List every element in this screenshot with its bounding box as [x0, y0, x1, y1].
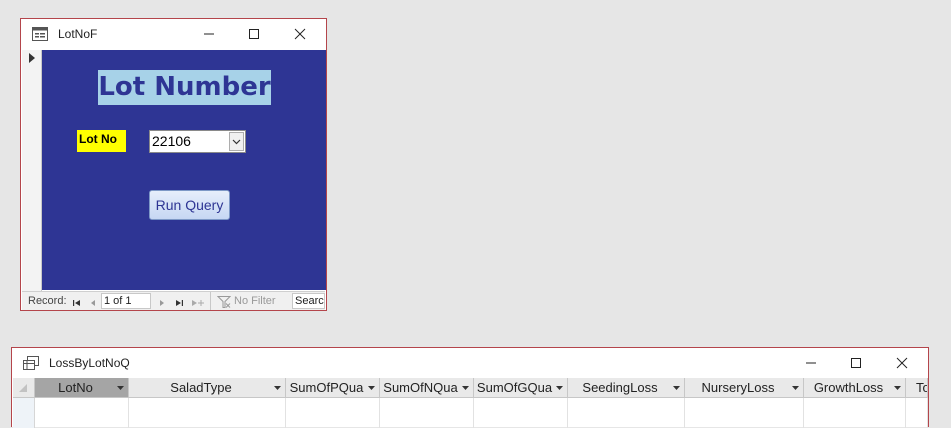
table-cell[interactable]	[906, 398, 928, 428]
form-close-button[interactable]	[290, 24, 310, 44]
corner-triangle-icon	[19, 384, 27, 392]
column-label: SumOfNQua	[383, 380, 458, 395]
form-heading: Lot Number	[98, 70, 271, 105]
column-label: SumOfPQua	[289, 380, 364, 395]
previous-record-icon[interactable]	[88, 295, 98, 311]
lot-no-dropdown-button[interactable]	[229, 132, 244, 151]
column-label: GrowthLoss	[813, 380, 884, 395]
datasheet-grid: LotNo SaladType SumOfPQua SumOfNQua SumO…	[13, 378, 928, 428]
first-record-icon[interactable]	[72, 295, 82, 311]
close-icon	[896, 357, 908, 369]
grid-minimize-button[interactable]	[801, 353, 821, 373]
select-all-corner[interactable]	[13, 378, 35, 398]
column-dropdown-icon[interactable]	[117, 386, 124, 390]
column-dropdown-icon[interactable]	[792, 386, 799, 390]
column-label: SaladType	[170, 380, 232, 395]
table-row[interactable]	[13, 398, 928, 428]
lot-no-value[interactable]: 22106	[152, 133, 191, 149]
table-cell[interactable]	[129, 398, 286, 428]
table-cell[interactable]	[380, 398, 474, 428]
table-cell[interactable]	[286, 398, 380, 428]
grid-close-button[interactable]	[892, 353, 912, 373]
column-dropdown-icon[interactable]	[368, 386, 375, 390]
form-maximize-button[interactable]	[244, 24, 264, 44]
run-query-button[interactable]: Run Query	[149, 190, 230, 220]
lot-no-label: Lot No	[77, 130, 126, 152]
current-record-arrow-icon	[29, 53, 35, 63]
new-record-icon[interactable]	[190, 295, 206, 311]
record-label: Record:	[28, 295, 67, 307]
column-header-seedingloss[interactable]: SeedingLoss	[568, 378, 685, 398]
column-dropdown-icon[interactable]	[274, 386, 281, 390]
column-dropdown-icon[interactable]	[673, 386, 680, 390]
record-selector[interactable]	[22, 50, 42, 291]
search-input[interactable]: Search	[292, 293, 325, 309]
record-navigation-bar: Record: 1 of 1 No Filter Search	[22, 291, 325, 310]
last-record-icon[interactable]	[174, 295, 184, 311]
minimize-icon	[806, 362, 816, 364]
grid-titlebar[interactable]: LossByLotNoQ	[12, 348, 928, 378]
column-label: To	[916, 380, 927, 395]
table-cell[interactable]	[685, 398, 804, 428]
column-label: NurseryLoss	[701, 380, 775, 395]
grid-title-text: LossByLotNoQ	[49, 356, 130, 370]
lotnof-form-window: LotNoF Lot Number Lot No 22106 Run Query…	[20, 18, 327, 311]
maximize-icon	[851, 358, 861, 368]
table-cell[interactable]	[804, 398, 906, 428]
column-dropdown-icon[interactable]	[556, 386, 563, 390]
filter-funnel-icon[interactable]	[217, 294, 231, 310]
column-header-sumofpqua[interactable]: SumOfPQua	[286, 378, 380, 398]
column-label: SumOfGQua	[476, 380, 553, 395]
column-label: LotNo	[58, 380, 93, 395]
form-window-icon	[32, 27, 48, 41]
row-selector[interactable]	[13, 398, 35, 428]
record-position-box[interactable]: 1 of 1	[101, 293, 151, 309]
lossbylotnoq-window: LossByLotNoQ LotNo SaladType SumOfPQua S…	[11, 347, 929, 428]
column-header-nurseryloss[interactable]: NurseryLoss	[685, 378, 804, 398]
column-dropdown-icon[interactable]	[894, 386, 901, 390]
column-header-sumofgqua[interactable]: SumOfGQua	[474, 378, 568, 398]
next-record-icon[interactable]	[157, 295, 167, 311]
column-header-growthloss[interactable]: GrowthLoss	[804, 378, 906, 398]
grid-maximize-button[interactable]	[846, 353, 866, 373]
maximize-icon	[249, 29, 259, 39]
form-title-text: LotNoF	[58, 27, 98, 41]
minimize-icon	[204, 33, 214, 35]
column-dropdown-icon[interactable]	[462, 386, 469, 390]
query-window-icon	[23, 356, 39, 370]
no-filter-label[interactable]: No Filter	[234, 293, 276, 309]
column-label: SeedingLoss	[582, 380, 658, 395]
table-cell[interactable]	[35, 398, 129, 428]
form-minimize-button[interactable]	[199, 24, 219, 44]
column-header-saladtype[interactable]: SaladType	[129, 378, 286, 398]
table-cell[interactable]	[474, 398, 568, 428]
column-header-total-partial[interactable]: To	[906, 378, 928, 398]
form-titlebar[interactable]: LotNoF	[21, 19, 326, 49]
lot-no-combobox[interactable]: 22106	[149, 130, 246, 153]
close-icon	[294, 28, 306, 40]
column-header-row: LotNo SaladType SumOfPQua SumOfNQua SumO…	[13, 378, 928, 398]
column-header-sumofnqua[interactable]: SumOfNQua	[380, 378, 474, 398]
column-header-lotno[interactable]: LotNo	[35, 378, 129, 398]
form-detail-section: Lot Number Lot No 22106 Run Query	[42, 50, 326, 290]
table-cell[interactable]	[568, 398, 685, 428]
chevron-down-icon	[232, 139, 241, 144]
